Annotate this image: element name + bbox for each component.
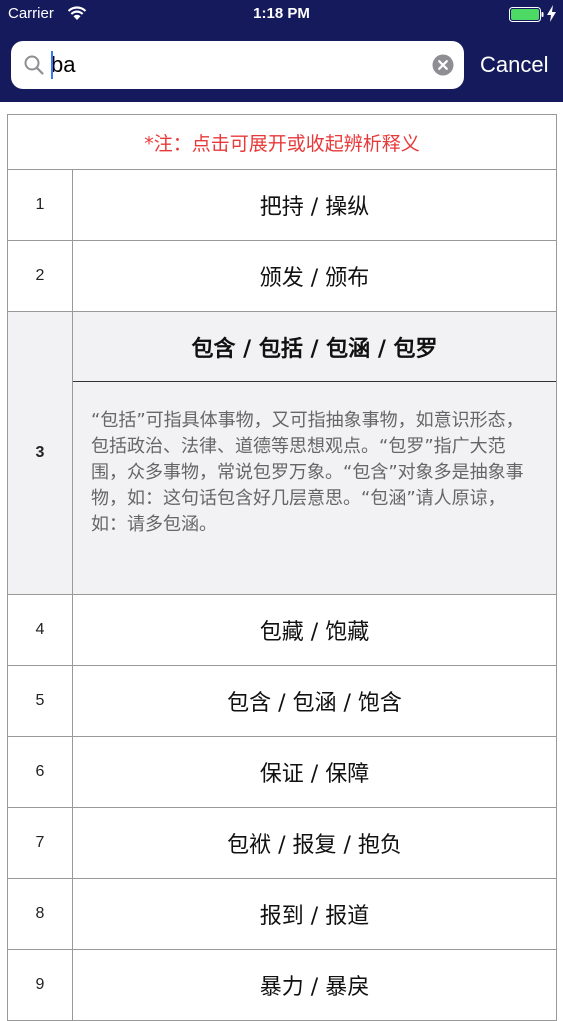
results-table: *注：点击可展开或收起辨析释义 1 把持 / 操纵 2 颁发 / 颁布 3 包含… bbox=[7, 114, 557, 1021]
word-pair: 包含 / 包涵 / 饱含 bbox=[227, 691, 402, 716]
row-number: 7 bbox=[8, 808, 73, 878]
row-number: 2 bbox=[8, 241, 73, 311]
word-pair: 包袱 / 报复 / 抱负 bbox=[227, 833, 402, 858]
row-number: 1 bbox=[8, 170, 73, 240]
cancel-button[interactable]: Cancel bbox=[480, 51, 548, 79]
table-row[interactable]: 9 暴力 / 暴戾 bbox=[8, 950, 556, 1021]
word-pair: 颁发 / 颁布 bbox=[259, 266, 370, 291]
word-pair: 保证 / 保障 bbox=[259, 762, 370, 787]
word-pair: 暴力 / 暴戾 bbox=[259, 975, 370, 1000]
table-row[interactable]: 8 报到 / 报道 bbox=[8, 879, 556, 950]
row-number: 8 bbox=[8, 879, 73, 949]
header: Carrier 1:18 PM ba Cancel bbox=[0, 0, 563, 102]
expanded-table-row[interactable]: 3 包含 / 包括 / 包涵 / 包罗 “包括”可指具体事物，又可指抽象事物，如… bbox=[8, 312, 556, 595]
note-text: *注：点击可展开或收起辨析释义 bbox=[8, 115, 556, 170]
text-caret bbox=[51, 51, 53, 79]
battery-icon bbox=[509, 7, 544, 22]
row-number: 4 bbox=[8, 595, 73, 665]
table-row[interactable]: 4 包藏 / 饱藏 bbox=[8, 595, 556, 666]
clock: 1:18 PM bbox=[253, 5, 310, 22]
search-input[interactable]: ba bbox=[51, 50, 75, 80]
word-pair: 包藏 / 饱藏 bbox=[259, 620, 370, 645]
explanation-text: “包括”可指具体事物，又可指抽象事物，如意识形态，包括政治、法律、道德等思想观点… bbox=[91, 410, 524, 535]
status-bar: Carrier 1:18 PM bbox=[0, 0, 563, 30]
row-number: 3 bbox=[8, 312, 73, 594]
clear-icon[interactable] bbox=[432, 54, 454, 76]
table-row[interactable]: 7 包袱 / 报复 / 抱负 bbox=[8, 808, 556, 879]
row-number: 9 bbox=[8, 950, 73, 1020]
table-row[interactable]: 1 把持 / 操纵 bbox=[8, 170, 556, 241]
charging-bolt-icon bbox=[547, 5, 556, 22]
expanded-content: 包含 / 包括 / 包涵 / 包罗 “包括”可指具体事物，又可指抽象事物，如意识… bbox=[73, 312, 556, 594]
word-pair: 报到 / 报道 bbox=[259, 904, 370, 929]
table-row[interactable]: 5 包含 / 包涵 / 饱含 bbox=[8, 666, 556, 737]
table-row[interactable]: 2 颁发 / 颁布 bbox=[8, 241, 556, 312]
word-pair: 把持 / 操纵 bbox=[259, 195, 370, 220]
search-icon bbox=[24, 55, 44, 75]
table-row[interactable]: 6 保证 / 保障 bbox=[8, 737, 556, 808]
row-number: 5 bbox=[8, 666, 73, 736]
row-number: 6 bbox=[8, 737, 73, 807]
word-group-heading[interactable]: 包含 / 包括 / 包涵 / 包罗 bbox=[73, 312, 556, 382]
search-field[interactable]: ba bbox=[11, 41, 464, 89]
